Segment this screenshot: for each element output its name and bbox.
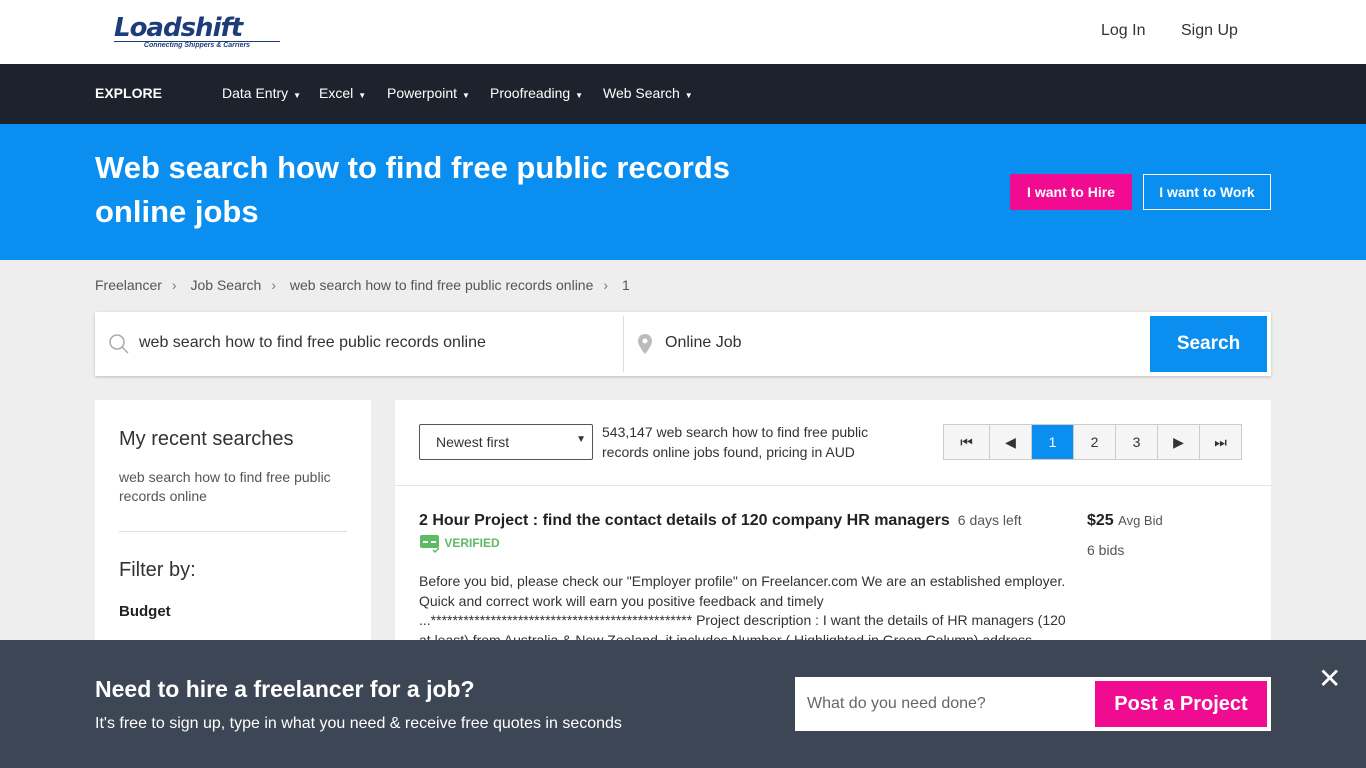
divider xyxy=(395,485,1271,486)
time-left: 6 days left xyxy=(957,512,1022,528)
close-icon[interactable]: ✕ xyxy=(1318,662,1341,695)
page-2[interactable]: 2 xyxy=(1073,425,1115,459)
project-description: Before you bid, please check our "Employ… xyxy=(419,573,1066,648)
nav-label: Web Search xyxy=(603,85,680,101)
breadcrumb-page: 1 xyxy=(621,277,630,293)
recent-searches-title: My recent searches xyxy=(119,428,294,450)
nav-data-entry[interactable]: Data Entry ▼ xyxy=(222,85,301,101)
work-button[interactable]: I want to Work xyxy=(1143,174,1271,210)
bid-label: Avg Bid xyxy=(1118,513,1163,528)
page-1[interactable]: 1 xyxy=(1031,425,1073,459)
sort-select[interactable]: Newest first ▼ xyxy=(419,424,593,460)
location-pin-icon xyxy=(638,334,652,354)
results-panel: Newest first ▼ 543,147 web search how to … xyxy=(395,400,1271,660)
caret-down-icon: ▼ xyxy=(358,91,367,100)
sidebar: My recent searches web search how to fin… xyxy=(95,400,371,660)
verified-badge: VERIFIED xyxy=(419,534,500,554)
page-title: Web search how to find free public recor… xyxy=(95,150,731,229)
nav-proofreading[interactable]: Proofreading ▼ xyxy=(490,85,583,101)
nav-label: Excel xyxy=(319,85,354,101)
filter-title: Filter by: xyxy=(119,559,196,581)
last-page-icon[interactable]: ⏭ xyxy=(1199,425,1241,459)
budget-label[interactable]: Budget xyxy=(119,603,171,620)
search-input[interactable]: web search how to find free public recor… xyxy=(139,334,486,352)
search-icon xyxy=(109,334,129,354)
footer-subtitle: It's free to sign up, type in what you n… xyxy=(95,715,622,732)
top-header: Loadshift Connecting Shippers & Carriers … xyxy=(0,0,1366,64)
hero-banner: Web search how to find free public recor… xyxy=(0,124,1366,260)
nav-excel[interactable]: Excel ▼ xyxy=(319,85,366,101)
loadshift-logo[interactable]: Loadshift Connecting Shippers & Carriers xyxy=(114,15,280,50)
bid-price: $25 xyxy=(1087,512,1114,529)
footer-title: Need to hire a freelancer for a job? xyxy=(95,676,475,702)
page-3[interactable]: 3 xyxy=(1115,425,1157,459)
hire-button[interactable]: I want to Hire xyxy=(1010,174,1132,210)
nav-label: Powerpoint xyxy=(387,85,458,101)
divider xyxy=(623,316,624,372)
nav-explore[interactable]: EXPLORE xyxy=(95,85,162,101)
bid-count: 6 bids xyxy=(1087,542,1125,558)
project-input-group: What do you need done? Post a Project xyxy=(795,677,1271,731)
nav-powerpoint[interactable]: Powerpoint ▼ xyxy=(387,85,470,101)
prev-page-icon[interactable]: ◀ xyxy=(989,425,1031,459)
nav-label: Data Entry xyxy=(222,85,289,101)
sort-value: Newest first xyxy=(436,434,510,450)
nav-web-search[interactable]: Web Search ▼ xyxy=(603,85,693,101)
location-input[interactable]: Online Job xyxy=(665,334,742,352)
main-nav: EXPLORE Data Entry ▼ Excel ▼ Powerpoint ▼ P… xyxy=(0,64,1366,124)
caret-down-icon: ▼ xyxy=(684,91,693,100)
verified-card-icon xyxy=(420,535,440,554)
signup-link[interactable]: Sign Up xyxy=(1181,22,1238,40)
next-page-icon[interactable]: ▶ xyxy=(1157,425,1199,459)
project-input[interactable]: What do you need done? xyxy=(807,695,986,713)
post-project-button[interactable]: Post a Project xyxy=(1095,681,1267,727)
nav-label: Proofreading xyxy=(490,85,571,101)
caret-down-icon: ▼ xyxy=(293,91,302,100)
results-count: 543,147 web search how to find free publ… xyxy=(602,424,869,460)
project-title[interactable]: 2 Hour Project : find the contact detail… xyxy=(419,512,950,529)
chevron-down-icon: ▼ xyxy=(576,434,586,445)
caret-down-icon: ▼ xyxy=(575,91,584,100)
breadcrumb: Freelancer › Job Search › web search how t… xyxy=(95,277,630,293)
breadcrumb-query[interactable]: web search how to find free public recor… xyxy=(290,277,594,293)
caret-down-icon: ▼ xyxy=(462,91,470,100)
breadcrumb-job-search[interactable]: Job Search xyxy=(190,277,261,293)
avg-bid: $25 Avg Bid xyxy=(1087,512,1163,530)
login-link[interactable]: Log In xyxy=(1101,22,1145,40)
pagination: ⏮ ◀ 1 2 3 ▶ ⏭ xyxy=(943,424,1242,460)
divider xyxy=(119,531,347,532)
breadcrumb-freelancer[interactable]: Freelancer xyxy=(95,277,162,293)
project-item[interactable]: 2 Hour Project : find the contact detail… xyxy=(419,512,1022,530)
first-page-icon[interactable]: ⏮ xyxy=(944,425,989,459)
search-bar: web search how to find free public recor… xyxy=(95,312,1271,376)
verified-label: VERIFIED xyxy=(444,536,500,551)
recent-search-item[interactable]: web search how to find free public recor… xyxy=(119,468,349,506)
search-button[interactable]: Search xyxy=(1150,316,1267,372)
hire-footer-banner: Need to hire a freelancer for a job? It'… xyxy=(0,640,1366,768)
